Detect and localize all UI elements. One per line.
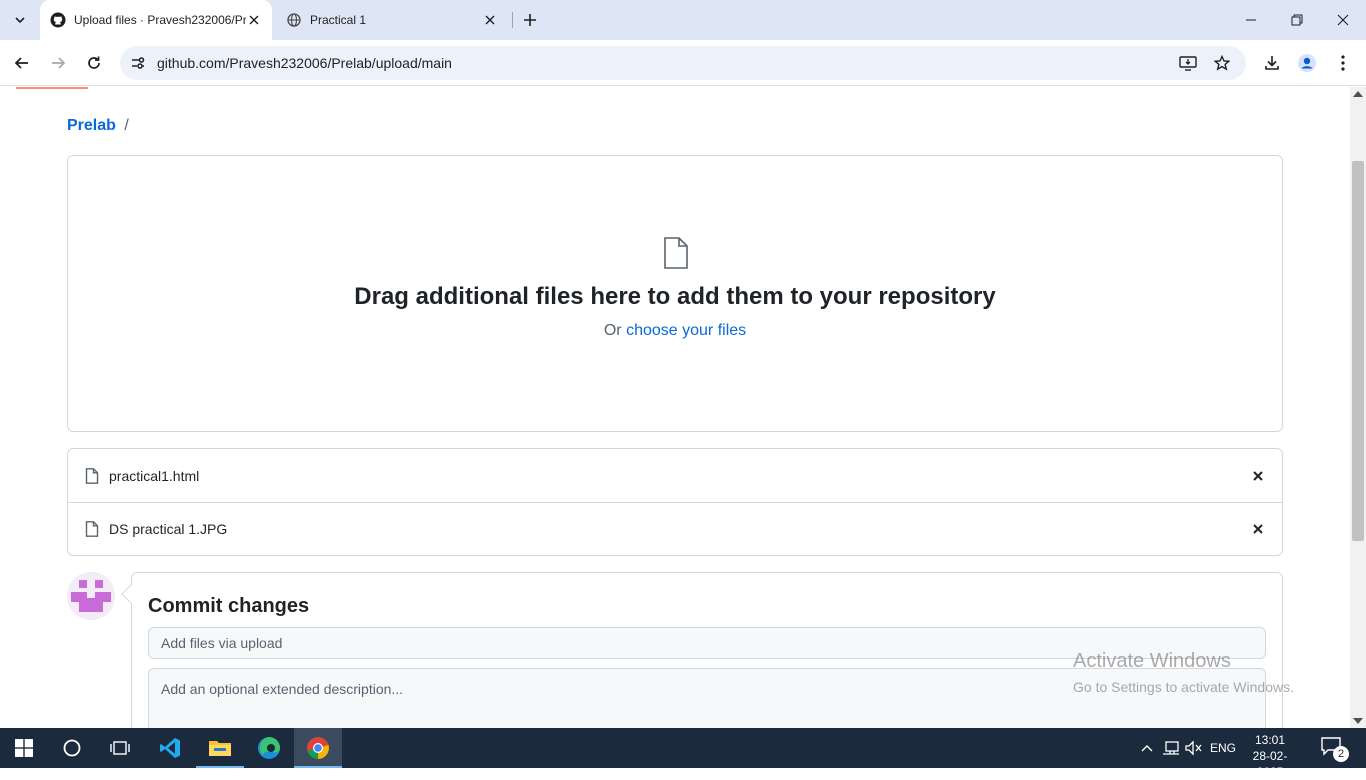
- watermark-subtitle: Go to Settings to activate Windows.: [1073, 679, 1294, 695]
- tab-title: Practical 1: [310, 13, 367, 27]
- search-circle-icon: [63, 739, 81, 757]
- chevron-down-icon: [15, 17, 25, 24]
- notification-count-badge: 2: [1333, 746, 1349, 762]
- close-tab-icon[interactable]: [246, 12, 262, 28]
- scroll-up-arrow-icon[interactable]: [1353, 91, 1363, 97]
- breadcrumb: Prelab /: [67, 117, 129, 135]
- close-icon: [1253, 470, 1263, 481]
- start-button[interactable]: [0, 728, 48, 768]
- file-row: DS practical 1.JPG: [68, 502, 1282, 555]
- site-info-icon[interactable]: [128, 53, 148, 73]
- github-icon: [50, 12, 66, 28]
- volume-muted-icon: [1185, 740, 1202, 756]
- new-tab-button[interactable]: [518, 8, 542, 32]
- reload-icon: [88, 56, 100, 69]
- page-scrollbar[interactable]: [1350, 87, 1366, 728]
- vscode-icon: [160, 738, 180, 758]
- windows-taskbar: ENG 13:01 28-02-2025 2: [0, 728, 1366, 779]
- tab-search-button[interactable]: [8, 8, 32, 32]
- language-indicator[interactable]: ENG: [1206, 728, 1240, 768]
- uploaded-file-list: practical1.html DS practical 1.JPG: [67, 448, 1283, 556]
- choose-files-link[interactable]: choose your files: [626, 322, 746, 339]
- active-nav-underline: [16, 87, 88, 89]
- activate-windows-watermark: Activate Windows Go to Settings to activ…: [1073, 650, 1294, 695]
- chrome-taskbar-button[interactable]: [294, 728, 342, 768]
- clock-date: 28-02-2025: [1252, 749, 1288, 779]
- browser-tabstrip: Upload files · Pravesh232006/Prelab Prac…: [0, 0, 1366, 40]
- chrome-icon: [307, 737, 329, 759]
- github-upload-page: Prelab / Drag additional files here to a…: [0, 87, 1350, 728]
- show-hidden-icons-button[interactable]: [1136, 728, 1158, 768]
- arrow-left-icon: [14, 57, 28, 69]
- profile-icon: [1298, 54, 1316, 72]
- file-explorer-taskbar-button[interactable]: [196, 728, 244, 768]
- folder-icon: [209, 741, 231, 756]
- address-bar[interactable]: github.com/Pravesh232006/Prelab/upload/m…: [120, 46, 1246, 80]
- arrow-right-icon: [52, 57, 66, 69]
- breadcrumb-separator: /: [124, 117, 129, 134]
- file-row: practical1.html: [68, 449, 1282, 502]
- browser-menu-button[interactable]: [1329, 49, 1357, 77]
- action-center-button[interactable]: 2: [1320, 736, 1349, 762]
- close-window-button[interactable]: [1320, 0, 1366, 40]
- comment-caret: [121, 584, 141, 604]
- windows-logo-icon: [15, 739, 33, 757]
- plus-icon: [524, 14, 536, 26]
- task-view-button[interactable]: [96, 728, 144, 768]
- close-icon: [1337, 14, 1349, 26]
- file-name: practical1.html: [109, 467, 200, 484]
- dropzone-subtitle: Or choose your files: [68, 322, 1282, 340]
- task-view-icon: [110, 741, 130, 755]
- vscode-taskbar-button[interactable]: [146, 728, 194, 768]
- dropzone-title: Drag additional files here to add them t…: [354, 283, 996, 310]
- install-app-icon[interactable]: [1178, 53, 1198, 73]
- network-tray-button[interactable]: [1160, 728, 1182, 768]
- downloads-button[interactable]: [1258, 49, 1286, 77]
- browser-toolbar: github.com/Pravesh232006/Prelab/upload/m…: [0, 40, 1366, 86]
- address-url: github.com/Pravesh232006/Prelab/upload/m…: [157, 55, 452, 71]
- file-name: DS practical 1.JPG: [109, 521, 228, 537]
- avatar[interactable]: [67, 572, 115, 620]
- globe-icon: [286, 12, 302, 28]
- clock[interactable]: 13:01 28-02-2025: [1242, 732, 1298, 780]
- repo-link[interactable]: Prelab: [67, 117, 116, 134]
- chevron-up-icon: [1141, 745, 1153, 752]
- forward-button[interactable]: [44, 49, 72, 77]
- restore-button[interactable]: [1274, 0, 1320, 40]
- tab-separator: [512, 12, 513, 28]
- volume-tray-button[interactable]: [1183, 728, 1205, 768]
- dropzone-or-text: Or: [603, 322, 622, 339]
- remove-file-button[interactable]: [1250, 521, 1266, 537]
- file-icon: [85, 467, 101, 484]
- commit-title: Commit changes: [148, 595, 310, 617]
- tab-practical-1[interactable]: Practical 1: [276, 0, 508, 40]
- watermark-title: Activate Windows: [1073, 650, 1231, 672]
- edge-taskbar-button[interactable]: [245, 728, 293, 768]
- scroll-down-arrow-icon[interactable]: [1353, 718, 1363, 724]
- download-icon: [1265, 56, 1279, 70]
- minimize-icon: [1246, 19, 1256, 21]
- file-dropzone[interactable]: Drag additional files here to add them t…: [67, 155, 1283, 432]
- scrollbar-thumb[interactable]: [1352, 161, 1364, 541]
- tab-upload-files[interactable]: Upload files · Pravesh232006/Prelab: [40, 0, 272, 40]
- close-tab-icon[interactable]: [482, 12, 498, 28]
- remove-file-button[interactable]: [1250, 468, 1266, 484]
- network-icon: [1163, 741, 1179, 755]
- edge-icon: [258, 737, 280, 759]
- file-icon: [664, 237, 688, 269]
- more-vertical-icon: [1341, 55, 1345, 71]
- close-icon: [1253, 524, 1263, 534]
- profile-button[interactable]: [1293, 49, 1321, 77]
- file-icon: [85, 521, 101, 537]
- minimize-button[interactable]: [1228, 0, 1274, 40]
- clock-time: 13:01: [1254, 733, 1286, 747]
- cortana-search-button[interactable]: [48, 728, 96, 768]
- bookmark-star-icon[interactable]: [1212, 53, 1232, 73]
- reload-button[interactable]: [80, 49, 108, 77]
- restore-icon: [1291, 14, 1303, 26]
- back-button[interactable]: [8, 49, 36, 77]
- tab-title: Upload files · Pravesh232006/Prelab: [74, 13, 246, 27]
